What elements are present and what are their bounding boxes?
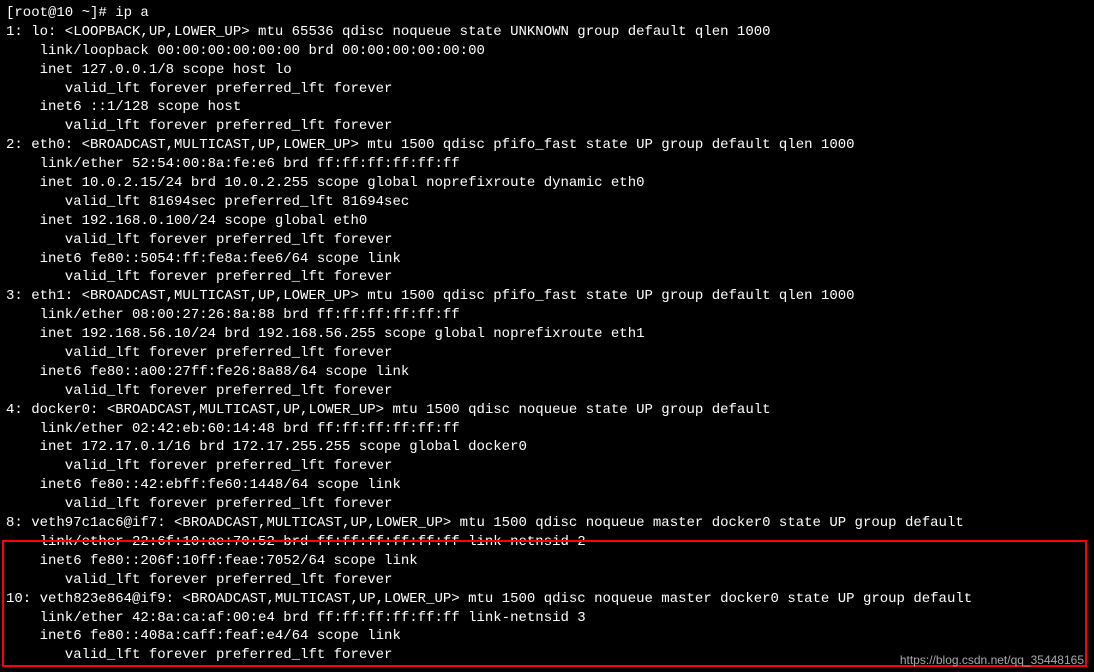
output-line: valid_lft forever preferred_lft forever xyxy=(6,495,1088,514)
output-line: link/ether 02:42:eb:60:14:48 brd ff:ff:f… xyxy=(6,420,1088,439)
output-line: 10: veth823e864@if9: <BROADCAST,MULTICAS… xyxy=(6,590,1088,609)
output-line: link/ether 22:6f:10:ae:70:52 brd ff:ff:f… xyxy=(6,533,1088,552)
output-line: inet6 fe80::206f:10ff:feae:7052/64 scope… xyxy=(6,552,1088,571)
output-line: valid_lft forever preferred_lft forever xyxy=(6,344,1088,363)
output-line: valid_lft forever preferred_lft forever xyxy=(6,117,1088,136)
output-line: 3: eth1: <BROADCAST,MULTICAST,UP,LOWER_U… xyxy=(6,287,1088,306)
output-line: link/loopback 00:00:00:00:00:00 brd 00:0… xyxy=(6,42,1088,61)
output-line: inet 192.168.0.100/24 scope global eth0 xyxy=(6,212,1088,231)
output-line: link/ether 52:54:00:8a:fe:e6 brd ff:ff:f… xyxy=(6,155,1088,174)
shell-prompt: [root@10 ~]# ip a xyxy=(6,4,1088,23)
terminal-output[interactable]: [root@10 ~]# ip a 1: lo: <LOOPBACK,UP,LO… xyxy=(6,4,1088,665)
output-line: valid_lft forever preferred_lft forever xyxy=(6,80,1088,99)
output-line: valid_lft forever preferred_lft forever xyxy=(6,382,1088,401)
output-line: valid_lft forever preferred_lft forever xyxy=(6,571,1088,590)
output-line: inet6 fe80::5054:ff:fe8a:fee6/64 scope l… xyxy=(6,250,1088,269)
output-line: valid_lft 81694sec preferred_lft 81694se… xyxy=(6,193,1088,212)
output-line: valid_lft forever preferred_lft forever xyxy=(6,268,1088,287)
output-line: link/ether 42:8a:ca:af:00:e4 brd ff:ff:f… xyxy=(6,609,1088,628)
output-line: 1: lo: <LOOPBACK,UP,LOWER_UP> mtu 65536 … xyxy=(6,23,1088,42)
output-line: inet 10.0.2.15/24 brd 10.0.2.255 scope g… xyxy=(6,174,1088,193)
output-line: valid_lft forever preferred_lft forever xyxy=(6,231,1088,250)
output-line: inet6 fe80::42:ebff:fe60:1448/64 scope l… xyxy=(6,476,1088,495)
output-line: inet 127.0.0.1/8 scope host lo xyxy=(6,61,1088,80)
watermark-text: https://blog.csdn.net/qq_35448165 xyxy=(900,652,1084,668)
output-line: inet 172.17.0.1/16 brd 172.17.255.255 sc… xyxy=(6,438,1088,457)
output-line: inet6 ::1/128 scope host xyxy=(6,98,1088,117)
output-line: 4: docker0: <BROADCAST,MULTICAST,UP,LOWE… xyxy=(6,401,1088,420)
output-line: valid_lft forever preferred_lft forever xyxy=(6,457,1088,476)
output-line: 2: eth0: <BROADCAST,MULTICAST,UP,LOWER_U… xyxy=(6,136,1088,155)
output-line: inet6 fe80::408a:caff:feaf:e4/64 scope l… xyxy=(6,627,1088,646)
output-line: inet6 fe80::a00:27ff:fe26:8a88/64 scope … xyxy=(6,363,1088,382)
output-line: inet 192.168.56.10/24 brd 192.168.56.255… xyxy=(6,325,1088,344)
output-line: 8: veth97c1ac6@if7: <BROADCAST,MULTICAST… xyxy=(6,514,1088,533)
output-line: link/ether 08:00:27:26:8a:88 brd ff:ff:f… xyxy=(6,306,1088,325)
